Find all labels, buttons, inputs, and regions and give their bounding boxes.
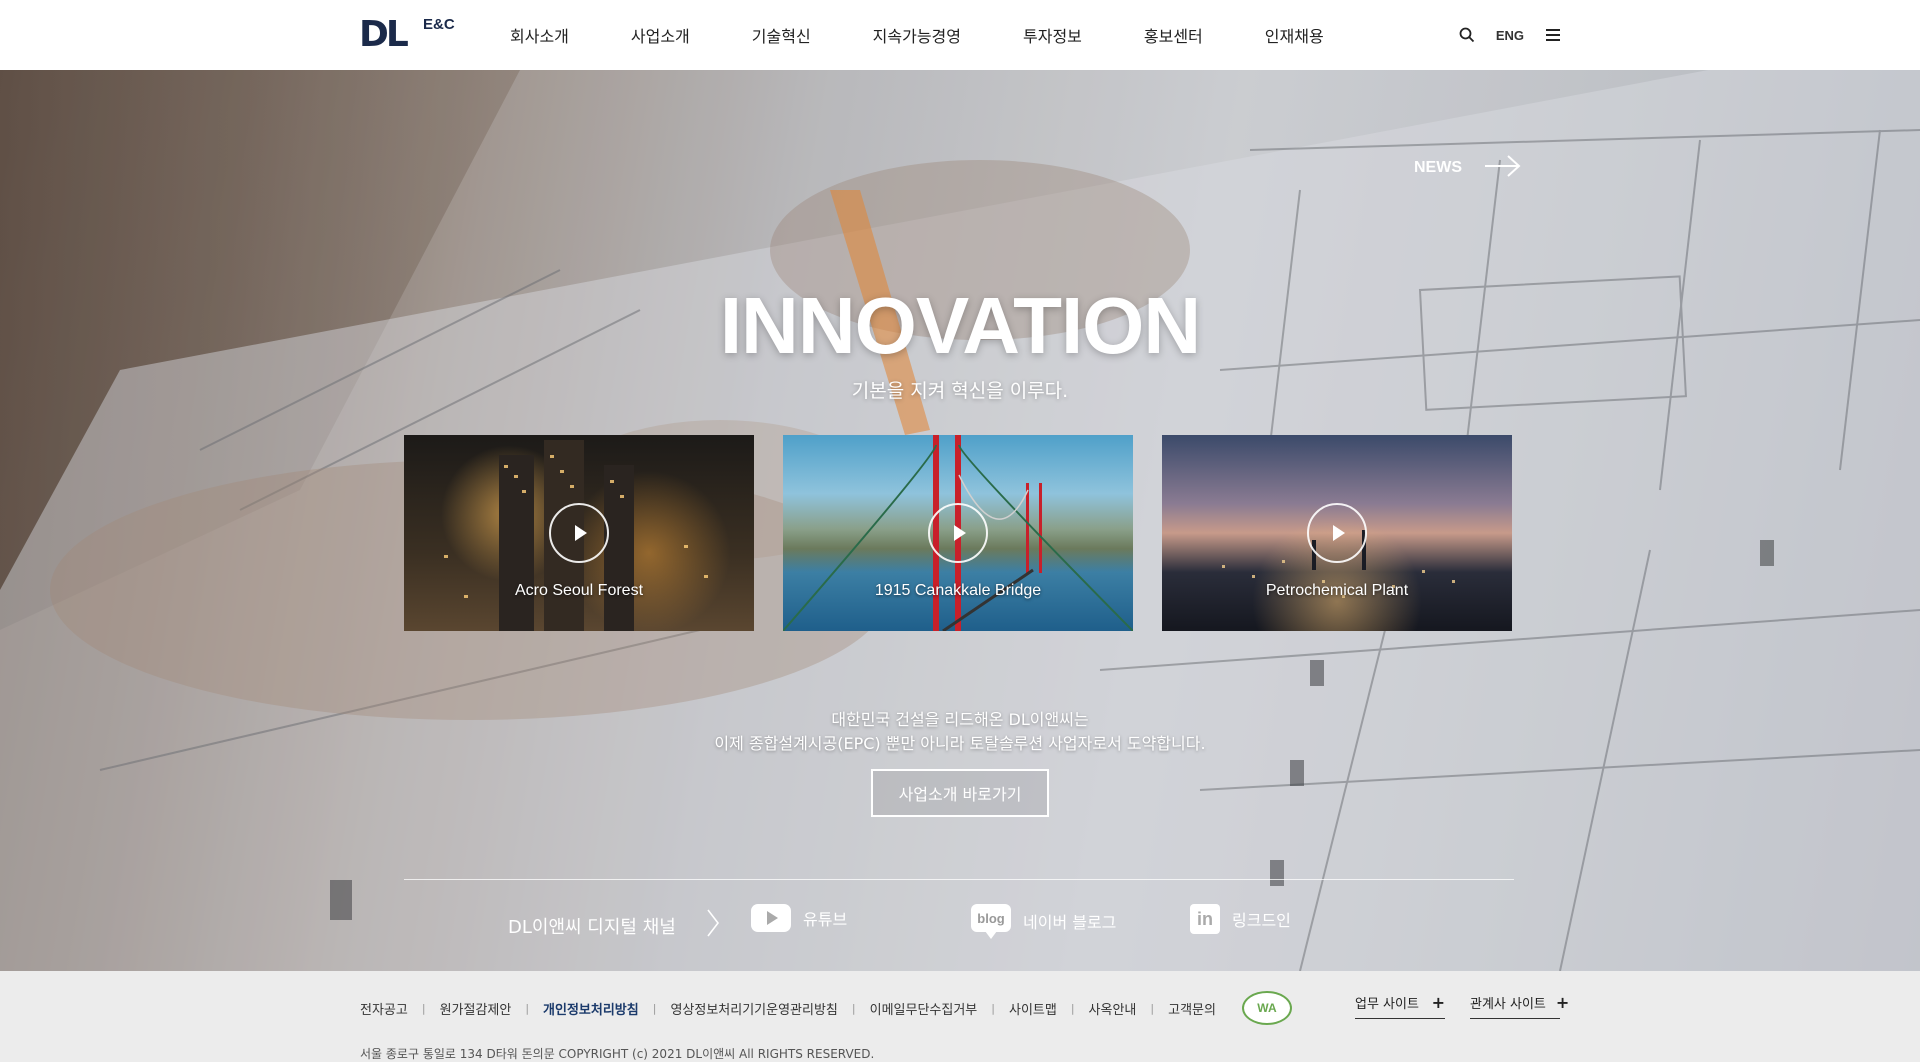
footer-link-contact[interactable]: 고객문의 <box>1168 999 1216 1018</box>
youtube-icon <box>751 904 791 932</box>
hero-section: NEWS INNOVATION 기본을 지켜 혁신을 이루다. Acro Seo… <box>0 70 1920 971</box>
web-accessibility-badge-icon[interactable]: WA <box>1241 991 1292 1025</box>
affiliate-site-dropdown[interactable]: 관계사 사이트 + <box>1470 993 1569 1019</box>
business-intro-button[interactable]: 사업소개 바로가기 <box>871 769 1049 817</box>
site-footer: 전자공고 | 원가절감제안 | 개인정보처리방침 | 영상정보처리기기운영관리방… <box>0 971 1920 1061</box>
linkedin-label: 링크드인 <box>1232 911 1291 930</box>
menu-icon[interactable] <box>1544 26 1562 44</box>
blog-icon: blog <box>971 904 1011 939</box>
hero-description: 대한민국 건설을 리드해온 DL이앤씨는 이제 종합설계시공(EPC) 뿐만 아… <box>0 708 1920 756</box>
play-icon[interactable] <box>928 503 988 563</box>
affiliate-site-label: 관계사 사이트 <box>1470 997 1546 1012</box>
footer-link-office[interactable]: 사옥안내 <box>1089 999 1137 1018</box>
footer-link-email-refusal[interactable]: 이메일무단수집거부 <box>870 999 978 1018</box>
digital-channels: DL이앤씨 디지털 채널 유튜브 blog 네이버 블로그 in 링크드인 <box>404 890 1514 950</box>
naver-blog-link[interactable]: blog 네이버 블로그 <box>971 904 1117 939</box>
footer-link-sitemap[interactable]: 사이트맵 <box>1009 999 1057 1018</box>
hero-title: INNOVATION <box>719 281 1201 370</box>
news-link[interactable]: NEWS <box>1414 154 1522 182</box>
description-line-1: 대한민국 건설을 리드해온 DL이앤씨는 <box>831 710 1089 729</box>
plus-icon: + <box>1555 993 1570 1012</box>
card-label: 1915 Canakkale Bridge <box>874 582 1042 599</box>
description-line-2: 이제 종합설계시공(EPC) 뿐만 아니라 토탈솔루션 사업자로서 도약합니다. <box>714 734 1206 753</box>
video-card-petrochemical-plant[interactable]: Petrochemical Plant <box>1162 435 1512 631</box>
header-utilities: ENG <box>1458 0 1562 70</box>
nav-innovation[interactable]: 기술혁신 <box>752 23 811 47</box>
main-nav: 회사소개 사업소개 기술혁신 지속가능경영 투자정보 홍보센터 인재채용 <box>510 0 1324 70</box>
dl-logo[interactable]: DL E&C <box>359 14 455 55</box>
lang-eng-link[interactable]: ENG <box>1496 28 1524 43</box>
linkedin-link[interactable]: in 링크드인 <box>1190 904 1291 934</box>
channels-title: DL이앤씨 디지털 채널 <box>508 916 676 938</box>
blog-label: 네이버 블로그 <box>1023 913 1117 932</box>
logo-mark: DL <box>359 14 409 55</box>
plus-icon: + <box>1431 993 1445 1012</box>
video-card-canakkale-bridge[interactable]: 1915 Canakkale Bridge <box>783 435 1133 631</box>
work-site-dropdown[interactable]: 업무 사이트 + <box>1355 993 1445 1019</box>
site-header: DL E&C 회사소개 사업소개 기술혁신 지속가능경영 투자정보 홍보센터 인… <box>0 0 1920 70</box>
card-label: Acro Seoul Forest <box>514 582 644 599</box>
news-label: NEWS <box>1414 159 1462 176</box>
work-site-label: 업무 사이트 <box>1355 997 1419 1012</box>
channel-divider <box>404 879 1514 880</box>
footer-link-notice[interactable]: 전자공고 <box>360 999 408 1018</box>
search-icon[interactable] <box>1458 26 1476 44</box>
footer-link-privacy[interactable]: 개인정보처리방침 <box>543 999 639 1018</box>
nav-sustainability[interactable]: 지속가능경영 <box>873 23 961 47</box>
youtube-label: 유튜브 <box>803 910 848 929</box>
blog-badge: blog <box>971 904 1011 932</box>
video-card-acro-seoul-forest[interactable]: Acro Seoul Forest <box>404 435 754 631</box>
video-cards: Acro Seoul Forest 1915 Canakkale Bridge <box>404 435 1512 631</box>
linkedin-icon: in <box>1190 904 1220 934</box>
arrow-right-icon <box>1484 154 1522 182</box>
play-icon[interactable] <box>1307 503 1367 563</box>
footer-links: 전자공고 | 원가절감제안 | 개인정보처리방침 | 영상정보처리기기운영관리방… <box>360 991 1292 1025</box>
nav-company[interactable]: 회사소개 <box>510 23 569 47</box>
nav-investor[interactable]: 투자정보 <box>1023 23 1082 47</box>
chevron-right-icon <box>706 908 720 943</box>
copyright-text: 서울 종로구 통일로 134 D타워 돈의문 COPYRIGHT (c) 202… <box>360 1047 875 1061</box>
channels-heading: DL이앤씨 디지털 채널 <box>508 908 720 943</box>
footer-link-cost-proposal[interactable]: 원가절감제안 <box>440 999 512 1018</box>
youtube-link[interactable]: 유튜브 <box>751 904 847 932</box>
footer-link-cctv-policy[interactable]: 영상정보처리기기운영관리방침 <box>670 999 837 1018</box>
card-label: Petrochemical Plant <box>1265 582 1409 599</box>
play-icon[interactable] <box>549 503 609 563</box>
nav-pr[interactable]: 홍보센터 <box>1144 23 1203 47</box>
hero-subtitle: 기본을 지켜 혁신을 이루다. <box>851 380 1069 402</box>
logo-sub: E&C <box>423 16 455 33</box>
nav-careers[interactable]: 인재채용 <box>1265 23 1324 47</box>
nav-business[interactable]: 사업소개 <box>631 23 690 47</box>
